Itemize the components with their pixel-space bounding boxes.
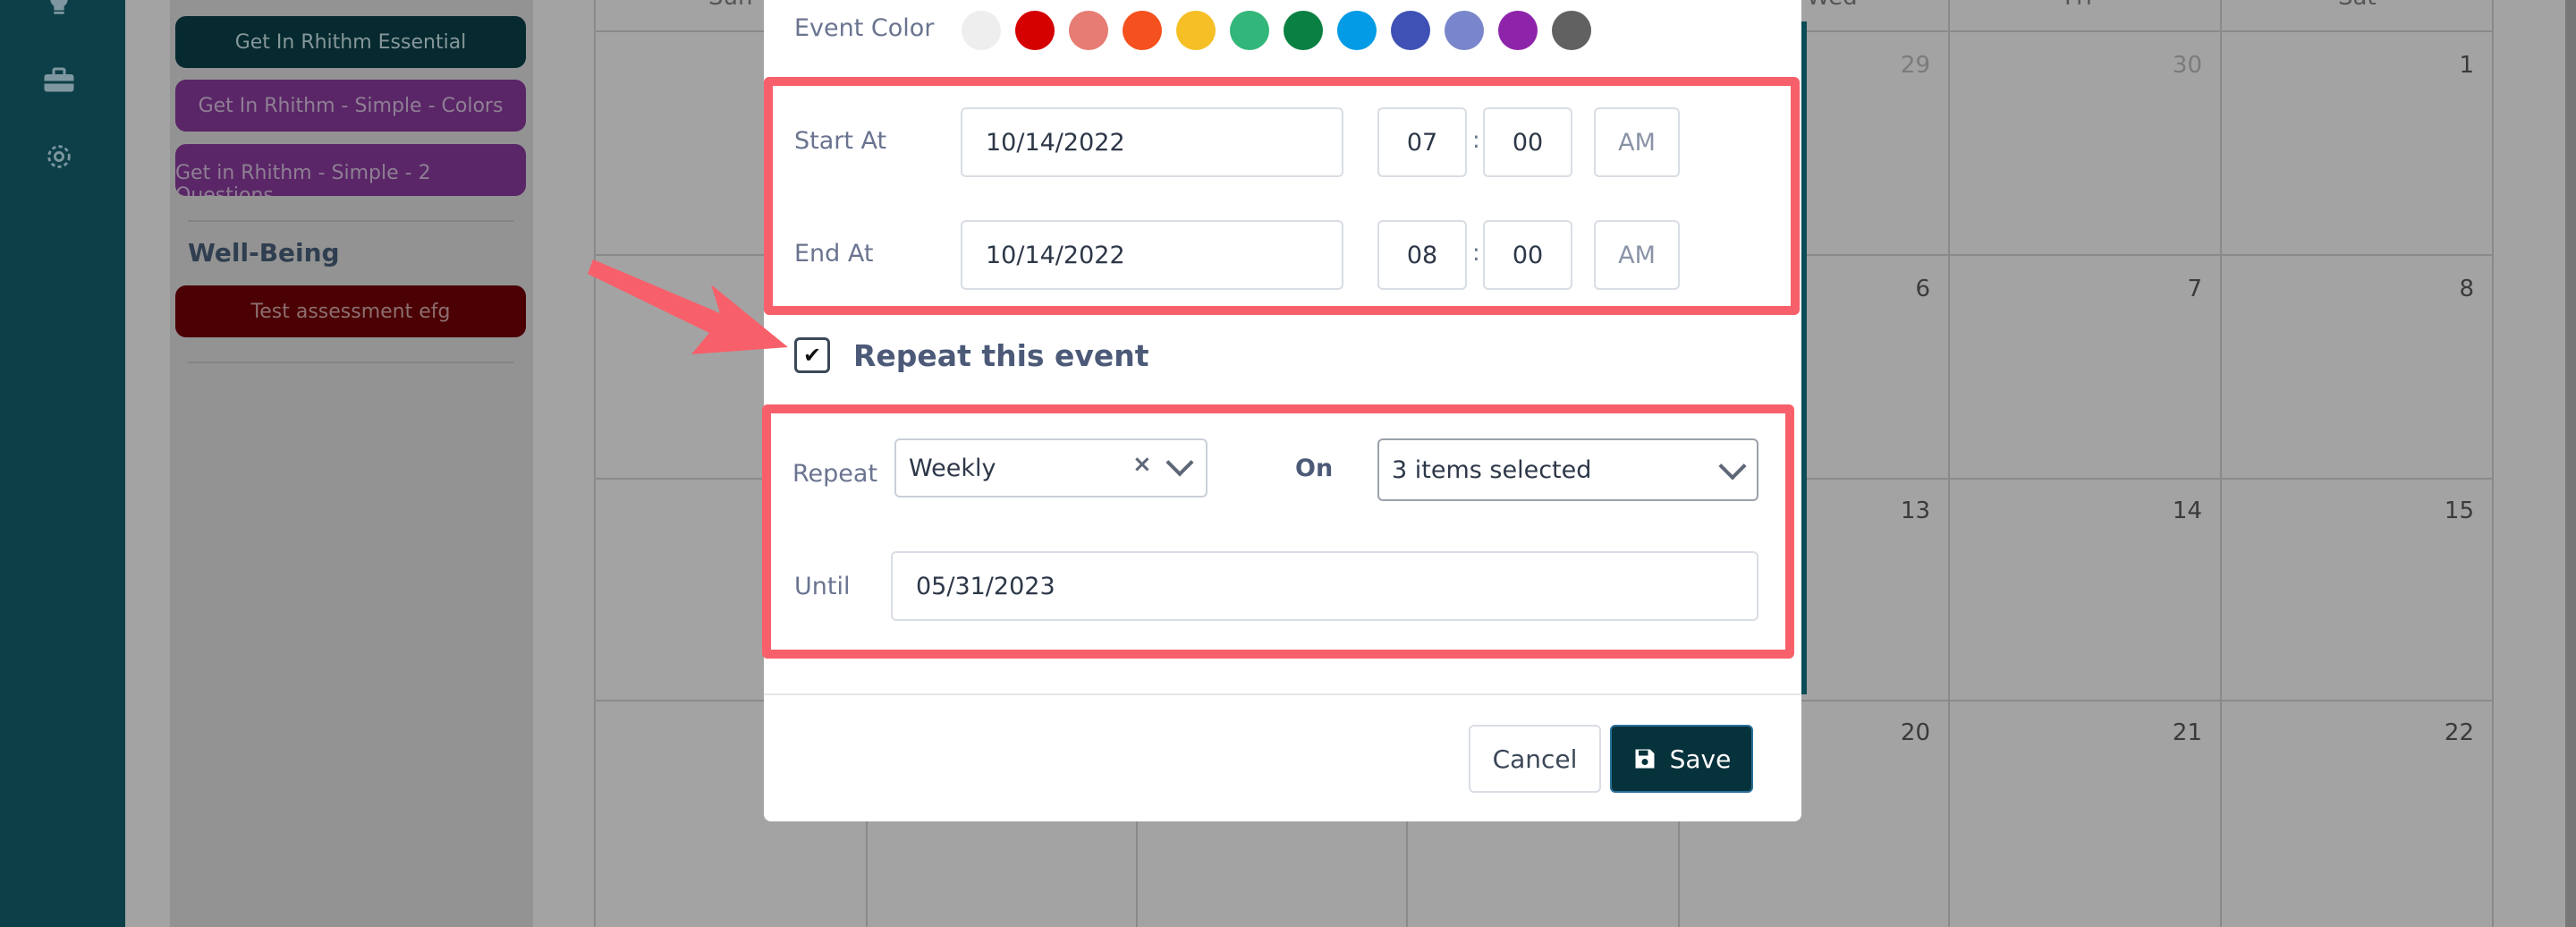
event-color-label: Event Color: [794, 14, 935, 42]
weekday-header: Fri: [2064, 0, 2092, 11]
calendar-day[interactable]: 29: [1877, 52, 1930, 79]
modal-footer-divider: [764, 693, 1801, 695]
color-swatch[interactable]: [1069, 11, 1108, 50]
calendar-day[interactable]: 6: [1877, 276, 1930, 302]
weekday-header: Wed: [1807, 0, 1858, 11]
assessment-item[interactable]: Get In Rhithm Essential: [175, 16, 526, 68]
assessment-sidebar: [170, 0, 533, 927]
highlight-box-datetime: [764, 77, 1800, 315]
highlight-box-recurrence: [762, 404, 1794, 659]
gear-icon[interactable]: [39, 141, 79, 181]
calendar-day[interactable]: 13: [1877, 498, 1930, 524]
calendar-day[interactable]: 30: [2148, 52, 2202, 79]
left-navigation-rail: [0, 0, 125, 927]
color-swatch[interactable]: [1123, 11, 1162, 50]
weekday-header: Sat: [2338, 0, 2377, 11]
calendar-day[interactable]: 15: [2420, 498, 2474, 524]
save-button[interactable]: Save: [1610, 725, 1753, 793]
calendar-day[interactable]: 20: [1877, 719, 1930, 746]
calendar-day[interactable]: 14: [2148, 498, 2202, 524]
assessment-item-label: Test assessment efg: [250, 300, 451, 323]
sidebar-section-heading: Well-Being: [188, 238, 340, 268]
assessment-item[interactable]: Get in Rhithm - Simple - 2 Questions: [175, 144, 526, 196]
save-button-label: Save: [1669, 744, 1732, 774]
color-swatch[interactable]: [1552, 11, 1591, 50]
calendar-day[interactable]: 8: [2420, 276, 2474, 302]
color-swatch[interactable]: [962, 11, 1001, 50]
sidebar-divider: [188, 220, 513, 222]
cancel-button[interactable]: Cancel: [1469, 725, 1601, 793]
cancel-button-label: Cancel: [1492, 744, 1578, 774]
color-swatch[interactable]: [1445, 11, 1484, 50]
weekday-header: Sun: [708, 0, 752, 11]
page-scrollbar[interactable]: [2565, 0, 2576, 927]
assessment-item-label: Get In Rhithm Essential: [234, 30, 467, 54]
color-swatch[interactable]: [1230, 11, 1269, 50]
sidebar-divider: [188, 361, 513, 363]
color-swatch[interactable]: [1391, 11, 1430, 50]
assessment-item-label: Get in Rhithm - Simple - 2 Questions: [175, 162, 431, 196]
color-swatch[interactable]: [1176, 11, 1216, 50]
annotation-arrow-icon: [588, 259, 788, 354]
color-swatch[interactable]: [1337, 11, 1377, 50]
repeat-event-label[interactable]: Repeat this event: [853, 338, 1149, 373]
calendar-day[interactable]: 22: [2420, 719, 2474, 746]
floppy-disk-icon: [1632, 746, 1657, 771]
repeat-event-checkbox[interactable]: ✔: [794, 337, 830, 373]
calendar-day[interactable]: 7: [2148, 276, 2202, 302]
assessment-item[interactable]: Get In Rhithm - Simple - Colors: [175, 80, 526, 132]
assessment-item-label: Get In Rhithm - Simple - Colors: [198, 94, 504, 117]
checkmark-icon: ✔: [802, 343, 822, 368]
calendar-day[interactable]: 1: [2420, 52, 2474, 79]
color-swatch[interactable]: [1498, 11, 1538, 50]
color-swatch[interactable]: [1284, 11, 1323, 50]
lightbulb-icon[interactable]: [39, 0, 79, 27]
assessment-item[interactable]: Test assessment efg: [175, 285, 526, 337]
toolbox-icon[interactable]: [39, 64, 79, 104]
calendar-day[interactable]: 21: [2148, 719, 2202, 746]
color-swatch[interactable]: [1015, 11, 1055, 50]
